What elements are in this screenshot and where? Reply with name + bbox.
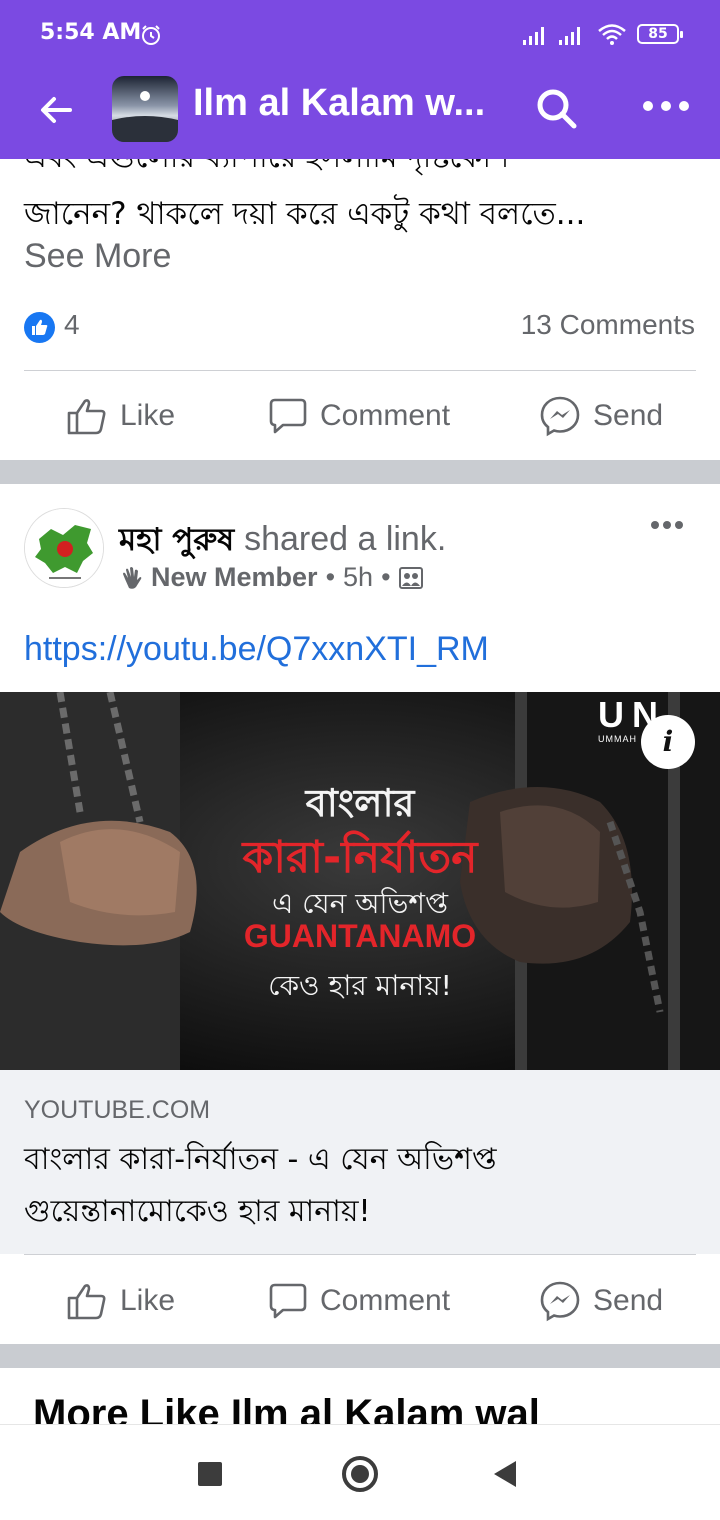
post-card: মহা পুরুষ shared a link. New Member • 5h… — [0, 484, 720, 1344]
messenger-icon — [540, 396, 580, 437]
feed-separator — [0, 460, 720, 484]
comment-label: Comment — [320, 399, 451, 432]
like-button[interactable]: Like — [66, 371, 175, 460]
comment-label: Comment — [320, 1284, 451, 1317]
more-options-icon[interactable] — [642, 98, 690, 114]
back-arrow-icon[interactable] — [36, 90, 76, 130]
suggested-groups-section: More Like Ilm al Kalam wal — [0, 1368, 720, 1424]
link-title: বাংলার কারা-নির্যাতন - এ যেন অভিশপ্ত গুয… — [24, 1142, 497, 1229]
like-label: Like — [120, 399, 176, 432]
thumbnail-text: GUANTANAMO — [243, 918, 477, 954]
post-text: জানেন? থাকলে দয়া করে একটু কথা বলতে... — [24, 196, 586, 232]
thumbs-up-icon — [67, 1284, 106, 1320]
messenger-icon — [540, 1281, 580, 1322]
divider — [24, 1254, 696, 1255]
system-nav-bar — [0, 1424, 720, 1520]
comment-button[interactable]: Comment — [268, 371, 450, 460]
send-button[interactable]: Send — [539, 371, 663, 460]
post-meta: New Member • 5h • — [119, 562, 423, 593]
alarm-icon — [142, 25, 160, 45]
section-title: More Like Ilm al Kalam wal — [33, 1392, 540, 1424]
link-domain: YOUTUBE.COM — [24, 1096, 211, 1124]
signal-icon — [523, 27, 544, 45]
shared-link-text: shared a link. — [244, 520, 447, 558]
author-name[interactable]: মহা পুরুষ — [119, 522, 234, 558]
like-button[interactable]: Like — [66, 1256, 175, 1346]
see-more-link[interactable]: See More — [24, 237, 171, 276]
post-actions: Like Comment Send — [0, 1256, 720, 1346]
comment-button[interactable]: Comment — [268, 1256, 450, 1346]
video-thumbnail[interactable]: বাংলার কারা-নির্যাতন এ যেন অভিশপ্ত GUANT… — [0, 692, 720, 1070]
post-text-cut: এবং এগুলোর ব্যাপারে ইসলামি দৃষ্টিকোণ — [24, 159, 509, 184]
post-time[interactable]: 5h — [343, 562, 373, 593]
like-label: Like — [120, 1284, 176, 1317]
signal-icon — [559, 27, 580, 45]
post-actions: Like Comment Send — [0, 371, 720, 460]
feed-separator — [0, 1344, 720, 1368]
reaction-count[interactable]: 4 — [64, 309, 80, 341]
thumbnail-text: কেও হার মানায়! — [268, 969, 452, 1002]
comment-count[interactable]: 13 Comments — [521, 309, 695, 341]
link-preview[interactable]: YOUTUBE.COM বাংলার কারা-নির্যাতন - এ যেন… — [0, 1070, 720, 1254]
send-button[interactable]: Send — [539, 1256, 663, 1346]
post-link[interactable]: https://youtu.be/Q7xxnXTI_RM — [24, 630, 489, 669]
search-icon[interactable] — [534, 86, 578, 130]
member-badge: New Member — [151, 562, 318, 592]
status-bar: 5:54 AM 85 — [0, 0, 720, 70]
comment-bubble-icon — [269, 1283, 307, 1319]
group-title[interactable]: Ilm al Kalam w... — [193, 82, 485, 125]
thumbs-up-icon — [67, 399, 106, 435]
status-time: 5:54 AM — [40, 20, 142, 45]
info-icon[interactable]: i — [641, 715, 695, 769]
post-card: এবং এগুলোর ব্যাপারে ইসলামি দৃষ্টিকোণ জান… — [0, 159, 720, 460]
separator-dot: • — [325, 562, 336, 592]
waving-hand-icon — [123, 566, 142, 589]
like-reaction-icon[interactable] — [24, 312, 55, 343]
comment-bubble-icon — [269, 398, 307, 434]
post-header: মহা পুরুষ shared a link. — [119, 516, 446, 568]
post-options-icon[interactable] — [650, 520, 684, 530]
recents-icon[interactable] — [198, 1462, 222, 1486]
back-triangle-icon[interactable] — [494, 1461, 516, 1487]
group-header: Ilm al Kalam w... — [0, 70, 720, 159]
channel-logo-text: UMMAH — [598, 734, 637, 744]
group-avatar[interactable] — [112, 76, 178, 142]
author-avatar[interactable] — [24, 508, 104, 588]
home-icon[interactable] — [342, 1456, 378, 1492]
send-label: Send — [593, 399, 664, 432]
battery-indicator: 85 — [637, 24, 683, 44]
send-label: Send — [593, 1284, 664, 1317]
separator-dot: • — [381, 562, 391, 592]
wifi-icon — [598, 24, 626, 45]
group-audience-icon — [398, 566, 423, 589]
